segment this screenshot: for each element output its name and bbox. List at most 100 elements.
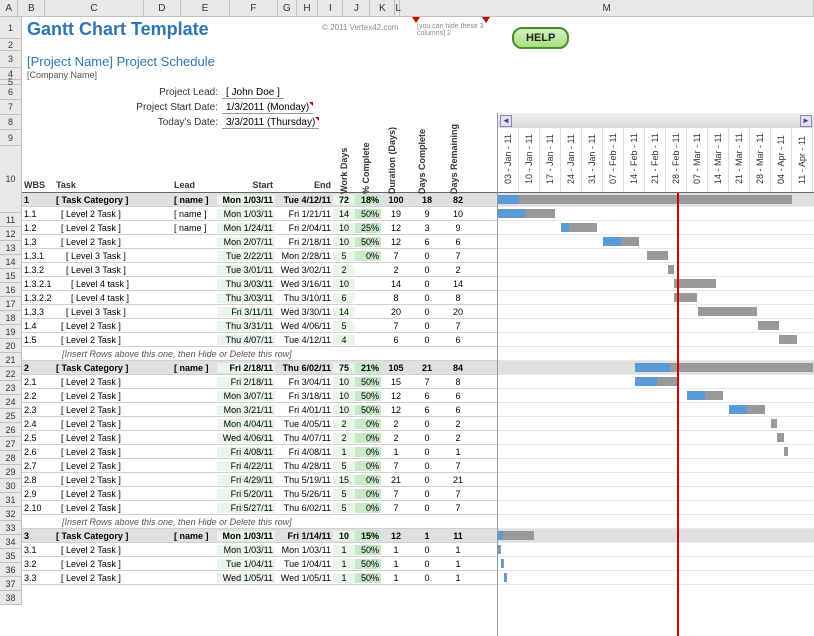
cell-days-remaining[interactable]: 1 bbox=[443, 573, 473, 583]
header-lead[interactable]: Lead bbox=[172, 180, 217, 190]
cell-days-remaining[interactable]: 21 bbox=[443, 475, 473, 485]
cell-end[interactable]: Fri 1/21/11 bbox=[275, 209, 333, 219]
cell-days-remaining[interactable]: 8 bbox=[443, 377, 473, 387]
cell-lead[interactable]: [ name ] bbox=[172, 363, 217, 373]
cell-work-days[interactable]: 2 bbox=[333, 433, 355, 443]
row-header[interactable]: 34 bbox=[0, 535, 22, 549]
table-row[interactable]: 1.3.2.1 [ Level 4 task ]Thu 3/03/11Wed 3… bbox=[22, 277, 497, 291]
cell-pct-complete[interactable]: 0% bbox=[355, 447, 381, 457]
cell-wbs[interactable]: 2 bbox=[22, 363, 54, 373]
row-header[interactable]: 19 bbox=[0, 325, 22, 339]
cell-task[interactable]: [ Level 2 Task ] bbox=[54, 419, 172, 429]
table-row[interactable]: 1.3.1 [ Level 3 Task ]Tue 2/22/11Mon 2/2… bbox=[22, 249, 497, 263]
cell-pct-complete[interactable]: 0% bbox=[355, 461, 381, 471]
cell-work-days[interactable]: 10 bbox=[333, 405, 355, 415]
column-header[interactable]: C bbox=[45, 0, 143, 16]
cell-start[interactable]: Fri 3/11/11 bbox=[217, 307, 275, 317]
cell-end[interactable]: Fri 3/04/11 bbox=[275, 377, 333, 387]
cell-task[interactable]: [ Level 2 Task ] bbox=[54, 209, 172, 219]
cell-pct-complete[interactable]: 21% bbox=[355, 363, 381, 373]
table-row[interactable]: 2.2 [ Level 2 Task ]Mon 3/07/11Fri 3/18/… bbox=[22, 389, 497, 403]
cell-end[interactable]: Wed 1/05/11 bbox=[275, 573, 333, 583]
row-header[interactable]: 22 bbox=[0, 367, 22, 381]
cell-duration[interactable]: 2 bbox=[381, 265, 411, 275]
cell-duration[interactable]: 12 bbox=[381, 405, 411, 415]
table-row[interactable]: 2.9 [ Level 2 Task ]Fri 5/20/11Thu 5/26/… bbox=[22, 487, 497, 501]
cell-task[interactable]: [ Level 2 Task ] bbox=[54, 377, 172, 387]
cell-days-complete[interactable]: 0 bbox=[411, 573, 443, 583]
cell-days-complete[interactable]: 0 bbox=[411, 433, 443, 443]
cell-end[interactable]: Tue 4/05/11 bbox=[275, 419, 333, 429]
scroll-right-icon[interactable]: ► bbox=[800, 115, 812, 127]
cell-pct-complete[interactable]: 0% bbox=[355, 503, 381, 513]
cell-start[interactable]: Mon 1/03/11 bbox=[217, 195, 275, 205]
row-header[interactable]: 11 bbox=[0, 213, 22, 227]
cell-work-days[interactable]: 10 bbox=[333, 377, 355, 387]
cell-work-days[interactable]: 14 bbox=[333, 209, 355, 219]
cell-duration[interactable]: 1 bbox=[381, 559, 411, 569]
cell-days-complete[interactable]: 0 bbox=[411, 251, 443, 261]
cell-lead[interactable]: [ name ] bbox=[172, 195, 217, 205]
cell-task[interactable]: [ Task Category ] bbox=[54, 195, 172, 205]
cell-end[interactable]: Tue 1/04/11 bbox=[275, 559, 333, 569]
table-row[interactable]: 2.10 [ Level 2 Task ]Fri 5/27/11Thu 6/02… bbox=[22, 501, 497, 515]
cell-start[interactable]: Fri 4/08/11 bbox=[217, 447, 275, 457]
header-duration[interactable]: Duration (Days) bbox=[387, 174, 397, 196]
cell-task[interactable]: [ Level 2 Task ] bbox=[54, 461, 172, 471]
cell-task[interactable]: [ Level 2 Task ] bbox=[54, 447, 172, 457]
cell-end[interactable]: Fri 4/01/11 bbox=[275, 405, 333, 415]
cell-wbs[interactable]: 2.6 bbox=[22, 447, 54, 457]
cell-start[interactable]: Mon 1/03/11 bbox=[217, 545, 275, 555]
cell-end[interactable]: Fri 2/04/11 bbox=[275, 223, 333, 233]
cell-wbs[interactable]: 3.2 bbox=[22, 559, 54, 569]
cell-end[interactable]: Fri 1/14/11 bbox=[275, 531, 333, 541]
cell-duration[interactable]: 2 bbox=[381, 433, 411, 443]
cell-days-complete[interactable]: 18 bbox=[411, 195, 443, 205]
cell-work-days[interactable]: 5 bbox=[333, 489, 355, 499]
cell-work-days[interactable]: 10 bbox=[333, 223, 355, 233]
cell-work-days[interactable]: 5 bbox=[333, 321, 355, 331]
row-header[interactable]: 9 bbox=[0, 130, 22, 146]
cell-days-complete[interactable]: 0 bbox=[411, 503, 443, 513]
cell-end[interactable]: Wed 3/30/11 bbox=[275, 307, 333, 317]
row-header[interactable]: 33 bbox=[0, 521, 22, 535]
cell-task[interactable]: [ Level 2 Task ] bbox=[54, 237, 172, 247]
cell-task[interactable]: [ Level 2 Task ] bbox=[54, 503, 172, 513]
cell-days-complete[interactable]: 9 bbox=[411, 209, 443, 219]
cell-wbs[interactable]: 1.3.3 bbox=[22, 307, 54, 317]
cell-wbs[interactable]: 3 bbox=[22, 531, 54, 541]
cell-duration[interactable]: 21 bbox=[381, 475, 411, 485]
cell-days-remaining[interactable]: 6 bbox=[443, 335, 473, 345]
cell-days-remaining[interactable]: 11 bbox=[443, 531, 473, 541]
cell-days-remaining[interactable]: 6 bbox=[443, 391, 473, 401]
column-header[interactable]: J bbox=[343, 0, 370, 16]
cell-work-days[interactable]: 5 bbox=[333, 251, 355, 261]
cell-task[interactable]: [ Task Category ] bbox=[54, 363, 172, 373]
cell-work-days[interactable]: 72 bbox=[333, 195, 355, 205]
cell-days-complete[interactable]: 0 bbox=[411, 335, 443, 345]
cell-task[interactable]: [ Level 4 task ] bbox=[54, 279, 172, 289]
row-header[interactable]: 1 bbox=[0, 17, 22, 39]
row-header[interactable]: 12 bbox=[0, 227, 22, 241]
cell-days-complete[interactable]: 0 bbox=[411, 419, 443, 429]
table-row[interactable]: 2.1 [ Level 2 Task ]Fri 2/18/11Fri 3/04/… bbox=[22, 375, 497, 389]
cell-task[interactable]: [ Level 2 Task ] bbox=[54, 405, 172, 415]
cell-pct-complete[interactable]: 0% bbox=[355, 489, 381, 499]
scroll-left-icon[interactable]: ◄ bbox=[500, 115, 512, 127]
row-header[interactable]: 30 bbox=[0, 479, 22, 493]
cell-end[interactable]: Tue 4/12/11 bbox=[275, 335, 333, 345]
cell-days-complete[interactable]: 0 bbox=[411, 447, 443, 457]
cell-wbs[interactable]: 1.3 bbox=[22, 237, 54, 247]
cell-wbs[interactable]: 1.2 bbox=[22, 223, 54, 233]
row-header[interactable]: 18 bbox=[0, 311, 22, 325]
cell-days-remaining[interactable]: 1 bbox=[443, 559, 473, 569]
meta-value[interactable]: 1/3/2011 (Monday) bbox=[222, 102, 313, 114]
cell-work-days[interactable]: 75 bbox=[333, 363, 355, 373]
cell-work-days[interactable]: 2 bbox=[333, 265, 355, 275]
cell-duration[interactable]: 7 bbox=[381, 503, 411, 513]
cell-wbs[interactable]: 2.9 bbox=[22, 489, 54, 499]
cell-days-complete[interactable]: 0 bbox=[411, 307, 443, 317]
cell-days-remaining[interactable]: 82 bbox=[443, 195, 473, 205]
cell-days-remaining[interactable]: 2 bbox=[443, 433, 473, 443]
cell-days-remaining[interactable]: 10 bbox=[443, 209, 473, 219]
